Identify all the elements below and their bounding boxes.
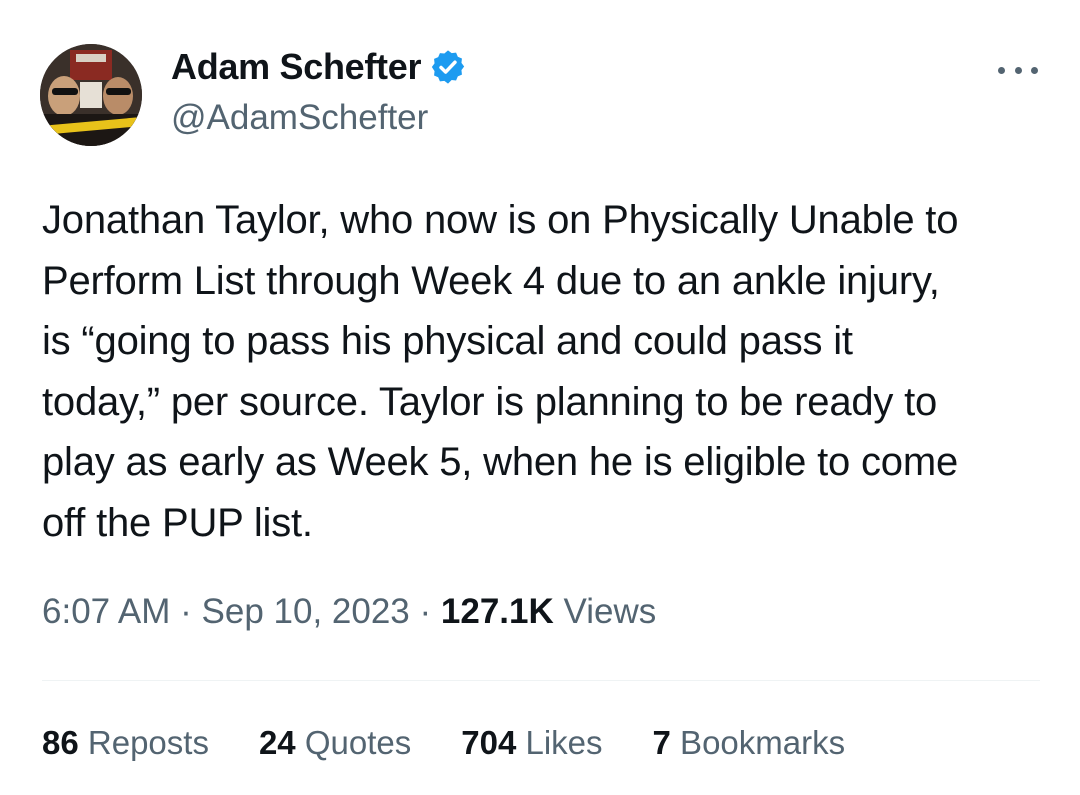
likes-stat[interactable]: 704 Likes [461, 724, 602, 762]
meta-separator: · [170, 592, 202, 631]
bookmarks-label: Bookmarks [670, 724, 846, 761]
likes-count: 704 [461, 724, 517, 761]
author-name-row: Adam Schefter [171, 46, 467, 88]
bookmarks-count: 7 [652, 724, 671, 761]
display-name[interactable]: Adam Schefter [171, 46, 421, 88]
divider [42, 680, 1040, 681]
tweet-date[interactable]: Sep 10, 2023 [202, 592, 410, 631]
tweet-card: Adam Schefter @AdamSchefter Jonathan Tay… [0, 0, 1080, 795]
likes-label: Likes [516, 724, 603, 761]
quotes-stat[interactable]: 24 Quotes [259, 724, 411, 762]
engagement-stats: 86 Reposts 24 Quotes 704 Likes 7 Bookmar… [42, 724, 895, 762]
reposts-stat[interactable]: 86 Reposts [42, 724, 209, 762]
views-count: 127.1K [440, 592, 554, 631]
dot [998, 66, 1005, 74]
verified-badge-icon [432, 50, 465, 84]
quotes-count: 24 [258, 724, 296, 761]
bookmarks-stat[interactable]: 7 Bookmarks [653, 724, 846, 762]
tweet-meta: 6:07 AM · Sep 10, 2023 · 127.1K Views [42, 592, 656, 632]
meta-separator: · [409, 592, 441, 631]
views-label: Views [553, 592, 657, 631]
avatar[interactable] [40, 44, 142, 146]
reposts-label: Reposts [78, 724, 209, 761]
more-options-icon[interactable] [998, 56, 1038, 84]
tweet-text: Jonathan Taylor, who now is on Physicall… [42, 198, 959, 545]
dot [1014, 66, 1022, 74]
reposts-count: 86 [42, 724, 79, 761]
author-handle[interactable]: @AdamSchefter [171, 98, 428, 138]
tweet-time[interactable]: 6:07 AM [42, 592, 170, 631]
quotes-label: Quotes [295, 724, 412, 761]
dot [1031, 66, 1038, 74]
